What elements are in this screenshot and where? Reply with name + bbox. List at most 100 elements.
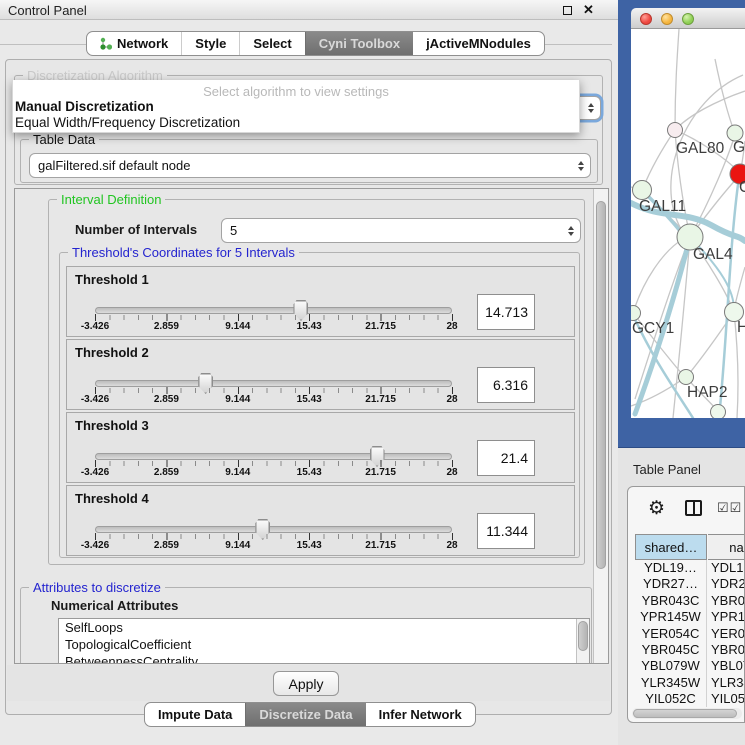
tick-label: 9.144 [225,467,250,478]
interval-definition-label: Interval Definition [57,192,165,207]
attribute-list-item[interactable]: BetweennessCentrality [59,653,589,664]
threshold-panel: Threshold 2 6.316 -3.4262.8599.14415.432… [66,339,575,410]
tick-label: -3.426 [81,540,109,551]
tab-impute-data[interactable]: Impute Data [145,703,245,726]
algorithm-dropdown-popup: Select algorithm to view settings Manual… [12,80,580,133]
numerical-attributes-list[interactable]: SelfLoopsTopologicalCoefficientBetweenne… [58,618,590,664]
table-row[interactable]: YBR045CYBR045C [635,642,745,658]
table-row[interactable]: YER054CYER054C [635,626,745,642]
table-row[interactable]: YBL079WYBL079W [635,658,745,674]
column-header-shared-name[interactable]: shared… [635,534,707,560]
checkboxes-icon[interactable]: ☑☑ [717,500,742,516]
threshold-label: Threshold 3 [75,418,149,433]
close-icon[interactable]: ✕ [583,2,594,18]
tab-network[interactable]: Network [87,32,181,55]
threshold-panel: Threshold 3 21.4 -3.4262.8599.14415.4321… [66,412,575,483]
network-node[interactable] [668,123,683,138]
apply-button[interactable]: Apply [273,671,339,696]
threshold-value-field[interactable]: 14.713 [477,294,535,330]
slider-ticks-major [95,533,453,540]
threshold-value-field[interactable]: 21.4 [477,440,535,476]
table-data-combobox[interactable]: galFiltered.sif default node [29,153,591,178]
network-edge[interactable] [643,130,675,188]
network-node[interactable] [679,370,694,385]
attribute-list-item[interactable]: SelfLoops [59,619,589,636]
list-scrollbar-track[interactable] [576,619,589,664]
slider-track[interactable] [95,307,452,314]
table-panel-box: ⚙ ☑☑ shared… name YDL19…YDL19YDR27…YDR27… [627,486,745,723]
top-tabbar: Network StyleSelectCyni Toolbox jActiveMNo… [86,31,545,56]
tab-style[interactable]: Style [181,32,239,55]
network-node[interactable] [633,181,652,200]
column-header-name[interactable]: name [708,534,745,560]
network-node-label: H [737,319,745,336]
cell-shared-name: YER054C [635,626,707,642]
table-row[interactable]: YDL19…YDL19 [635,560,745,576]
tick-label: 28 [446,467,457,478]
number-of-intervals-label: Number of Intervals [75,222,197,237]
algorithm-hint-option[interactable]: Select algorithm to view settings [13,80,579,99]
columns-icon[interactable] [685,500,702,516]
cell-shared-name: YBL079W [635,658,707,674]
table-row[interactable]: YIL052CYIL052C [635,691,745,707]
mac-zoom-icon[interactable] [682,13,694,25]
network-edge[interactable] [675,29,679,130]
number-of-intervals-combobox[interactable]: 5 [221,218,581,243]
table-data-combobox-value: galFiltered.sif default node [30,158,572,173]
tab-infer-network[interactable]: Infer Network [366,703,475,726]
tick-label: 28 [446,540,457,551]
tab-label: Network [117,36,168,51]
network-node[interactable] [631,306,641,321]
cell-name: YBR045C [707,642,745,658]
table-row[interactable]: YDR27…YDR27 [635,576,745,592]
thresholds-group-label: Threshold's Coordinates for 5 Intervals [68,245,299,260]
attribute-list-item[interactable]: TopologicalCoefficient [59,636,589,653]
cell-name: YBL079W [707,658,745,674]
threshold-label: Threshold 1 [75,272,149,287]
table-hscrollbar-track[interactable] [632,708,742,719]
float-window-icon[interactable] [563,6,572,15]
mac-minimize-icon[interactable] [661,13,673,25]
tab-cyni-toolbox[interactable]: Cyni Toolbox [305,32,413,55]
network-node-label: GAL4 [693,246,733,263]
tab-jactivemnodules[interactable]: jActiveMNodules [413,32,544,55]
settings-scrollbar-track[interactable] [593,189,608,663]
network-node-label: GAL80 [676,140,725,157]
slider-ticks-major [95,387,453,394]
table-panel-title: Table Panel [633,462,701,477]
network-edge-highlighted[interactable] [719,177,739,418]
table-data-label: Table Data [29,132,99,147]
threshold-value-field[interactable]: 6.316 [477,367,535,403]
mac-close-icon[interactable] [640,13,652,25]
list-scrollbar-thumb[interactable] [578,621,588,651]
network-node[interactable] [711,405,726,419]
combo-arrows-icon [562,226,580,236]
cell-shared-name: YIL052C [635,691,707,707]
table-row[interactable]: YLR345WYLR345W [635,675,745,691]
tick-label: 2.859 [154,394,179,405]
algorithm-option-manual[interactable]: Manual Discretization [13,99,579,115]
cell-shared-name: YLR345W [635,675,707,691]
settings-scrollbar-thumb[interactable] [596,201,606,569]
network-canvas[interactable]: GAL80GALCGAL11GAL4HGCY1HAP2 [631,29,745,418]
gear-icon[interactable]: ⚙ [648,497,665,520]
table-row[interactable]: YPR145WYPR145W [635,609,745,625]
slider-track[interactable] [95,380,452,387]
cell-shared-name: YPR145W [635,609,707,625]
tab-label: Impute Data [158,707,232,722]
threshold-value-field[interactable]: 11.344 [477,513,535,549]
attributes-group: Attributes to discretize Numerical Attri… [20,587,592,664]
network-node-label: GAL11 [639,198,686,215]
tab-label: jActiveMNodules [426,36,531,51]
slider-track[interactable] [95,526,452,533]
algorithm-option-equal-width[interactable]: Equal Width/Frequency Discretization [13,115,579,131]
tab-discretize-data[interactable]: Discretize Data [245,703,365,726]
tab-select[interactable]: Select [239,32,304,55]
table-hscrollbar-thumb[interactable] [633,709,737,718]
tick-label: 9.144 [225,321,250,332]
tick-label: 2.859 [154,540,179,551]
slider-track[interactable] [95,453,452,460]
tick-label: -3.426 [81,467,109,478]
table-row[interactable]: YBR043CYBR043C [635,593,745,609]
slider-ticks-major [95,314,453,321]
